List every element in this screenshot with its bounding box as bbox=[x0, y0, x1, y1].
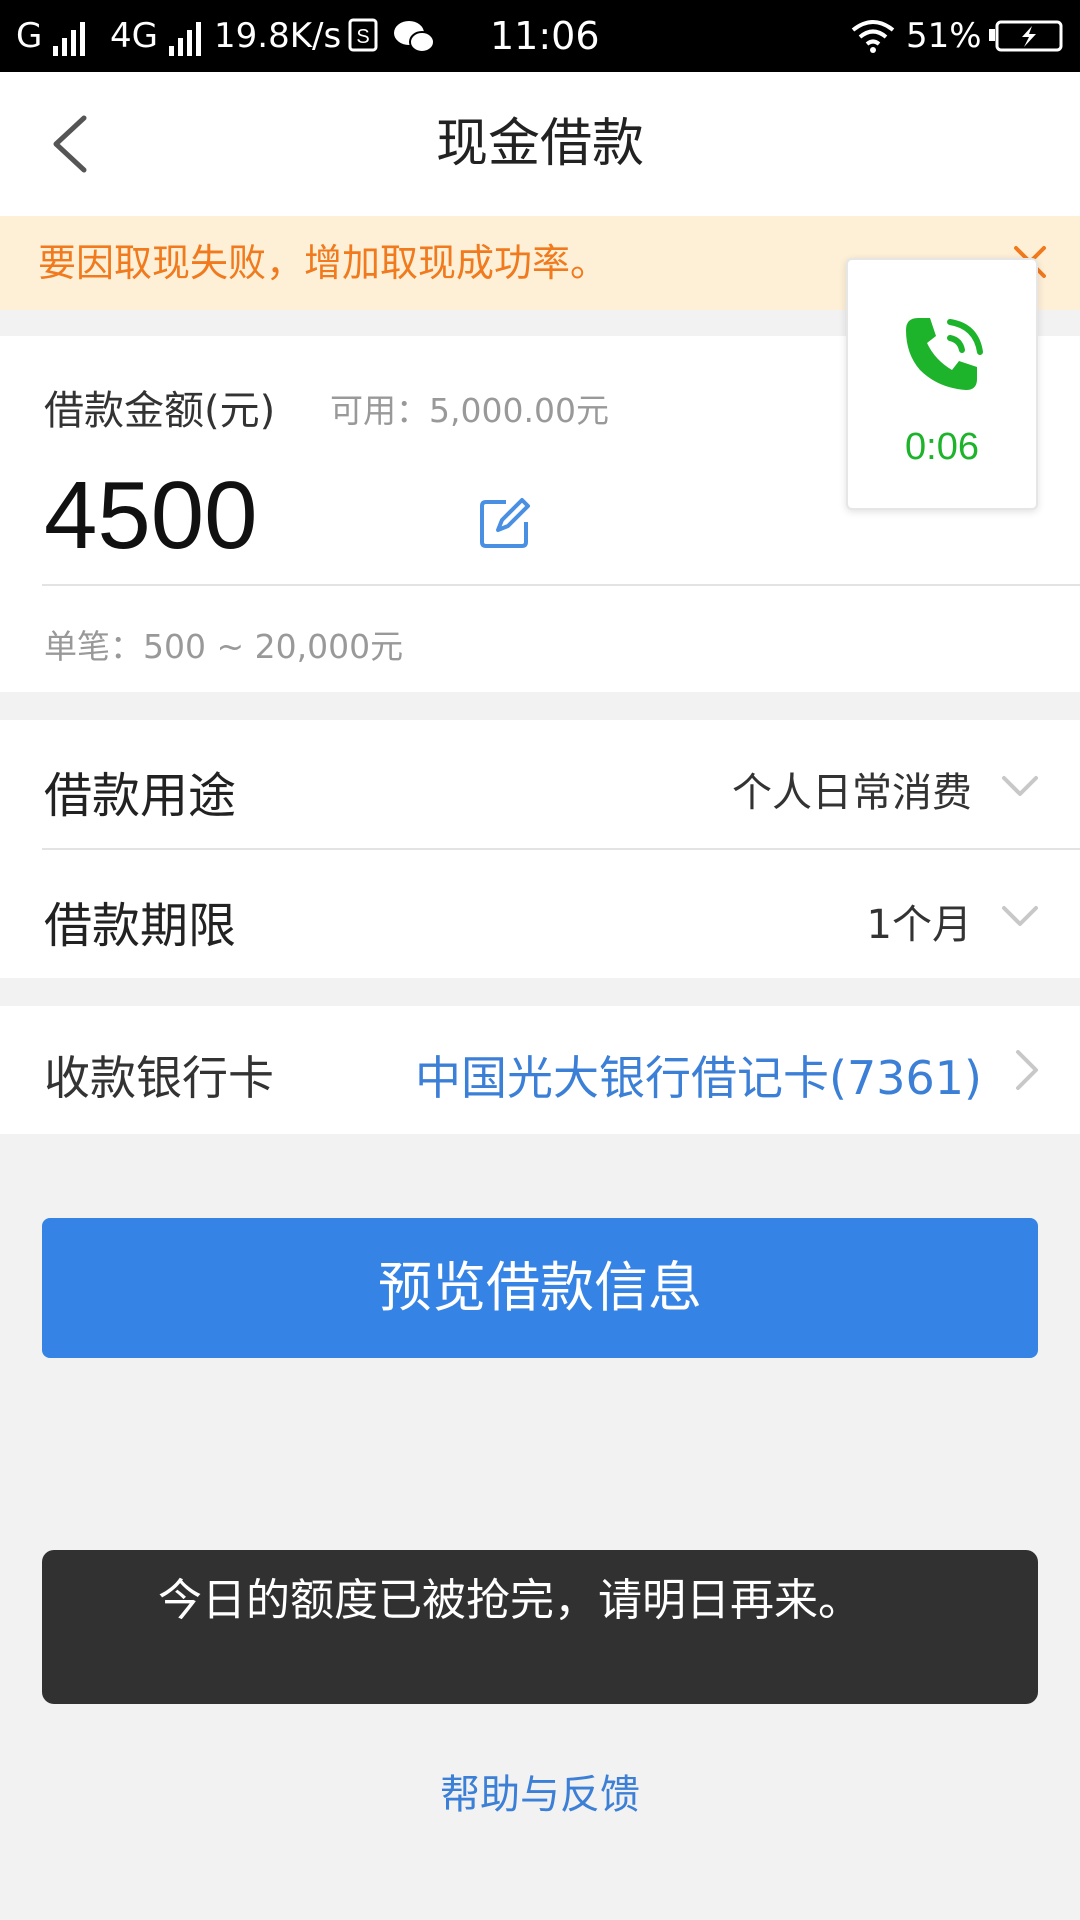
signal-icon bbox=[53, 16, 89, 56]
loan-options-card: 借款用途 个人日常消费 借款期限 1个月 bbox=[0, 720, 1080, 978]
phone-call-icon bbox=[900, 310, 988, 398]
term-label: 借款期限 bbox=[44, 898, 237, 954]
chevron-down-icon bbox=[1000, 896, 1040, 936]
svg-text:S: S bbox=[356, 26, 369, 48]
chevron-right-icon bbox=[1008, 1050, 1048, 1090]
nav-bar: 现金借款 bbox=[0, 72, 1080, 216]
page-title: 现金借款 bbox=[435, 114, 644, 174]
chevron-down-icon bbox=[1000, 766, 1040, 806]
signal-icon-2 bbox=[168, 16, 205, 56]
help-feedback-link[interactable]: 帮助与反馈 bbox=[0, 1762, 1080, 1820]
signal-group: G 4G bbox=[16, 16, 205, 56]
purpose-row[interactable]: 借款用途 个人日常消费 bbox=[0, 720, 1080, 848]
bank-card-label: 收款银行卡 bbox=[44, 1051, 274, 1105]
preview-loan-button[interactable]: 预览借款信息 bbox=[42, 1218, 1038, 1358]
purpose-label: 借款用途 bbox=[44, 768, 237, 824]
wifi-icon bbox=[850, 18, 896, 63]
notice-text: 要因取现失败，增加取现成功率。 bbox=[38, 241, 609, 285]
amount-label: 借款金额(元) bbox=[44, 388, 276, 434]
term-value: 1个月 bbox=[866, 902, 972, 948]
call-duration: 0:06 bbox=[905, 426, 979, 468]
toast-message: 今日的额度已被抢完，请明日再来。 bbox=[42, 1550, 1038, 1704]
edit-icon bbox=[480, 498, 530, 548]
toast-text: 今日的额度已被抢完，请明日再来。 bbox=[158, 1575, 862, 1626]
sim-icon: S bbox=[348, 18, 378, 61]
bank-card-row[interactable]: 收款银行卡 中国光大银行借记卡(7361) bbox=[0, 1006, 1080, 1134]
available-credit: 可用：5,000.00元 bbox=[330, 391, 609, 430]
divider bbox=[42, 584, 1080, 586]
edit-amount-button[interactable] bbox=[476, 496, 532, 552]
network-speed: 19.8K/s bbox=[214, 16, 342, 56]
carrier-label: G bbox=[16, 16, 43, 56]
wechat-icon bbox=[392, 18, 436, 65]
term-row[interactable]: 借款期限 1个月 bbox=[0, 850, 1080, 978]
amount-input[interactable]: 4500 bbox=[44, 466, 258, 566]
bank-card-value: 中国光大银行借记卡(7361) bbox=[415, 1051, 982, 1105]
battery-charging-icon bbox=[988, 20, 1064, 61]
purpose-value: 个人日常消费 bbox=[732, 770, 972, 816]
clock: 11:06 bbox=[490, 14, 600, 58]
network-label: 4G bbox=[109, 16, 158, 56]
status-bar: G 4G 19.8K/s S 11:06 51% bbox=[0, 0, 1080, 72]
battery-percent: 51% bbox=[906, 16, 982, 56]
call-floating-widget[interactable]: 0:06 bbox=[846, 258, 1038, 510]
amount-range: 单笔：500 ~ 20,000元 bbox=[44, 627, 404, 666]
